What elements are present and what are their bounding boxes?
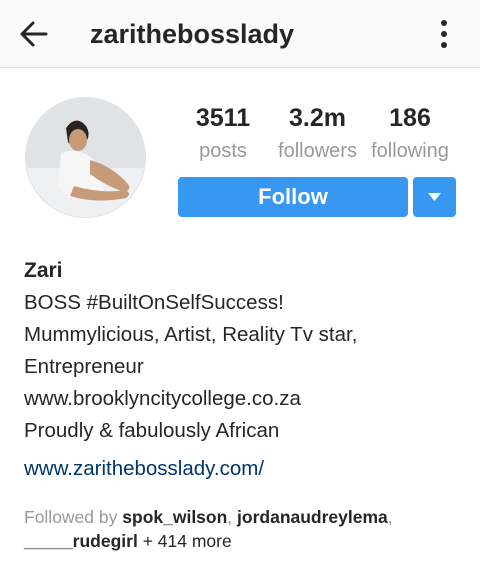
posts-value: 3511 — [195, 104, 251, 132]
bio-line: Entrepreneur — [24, 355, 144, 378]
posts-count: 3511 posts — [180, 103, 266, 165]
more-vertical-icon — [441, 20, 447, 48]
profile-full-name: Zari — [24, 259, 63, 282]
bio-line: www.brooklyncitycollege.co.za — [24, 387, 301, 410]
followers-value: 3.2m — [289, 104, 346, 132]
avatar-photo — [26, 98, 145, 217]
more-followers-link[interactable]: + 414 more — [143, 531, 232, 551]
followers-count[interactable]: 3.2m followers — [270, 103, 365, 165]
top-bar: zarithebosslady — [0, 0, 480, 68]
follower-link[interactable]: _____rudegirl — [24, 531, 138, 551]
followed-by-text: Followed by spok_wilson, jordanaudreylem… — [24, 507, 393, 551]
suggested-users-dropdown-button[interactable] — [413, 177, 456, 217]
arrow-left-icon — [20, 21, 48, 47]
profile-avatar[interactable] — [25, 97, 146, 218]
followers-label: followers — [278, 140, 357, 162]
follow-button[interactable]: Follow — [178, 177, 408, 217]
back-button[interactable] — [12, 14, 52, 54]
following-label: following — [371, 140, 449, 162]
bio-line: BOSS #BuiltOnSelfSuccess! — [24, 291, 284, 314]
following-count[interactable]: 186 following — [366, 103, 454, 165]
follower-link[interactable]: jordanaudreylema — [237, 507, 388, 527]
website-link[interactable]: www.zarithebosslady.com/ — [24, 454, 464, 484]
profile-bio: Zari BOSS #BuiltOnSelfSuccess! Mummylici… — [24, 256, 464, 484]
bio-line: Mummylicious, Artist, Reality Tv star, — [24, 323, 358, 346]
caret-down-icon — [428, 193, 441, 201]
following-value: 186 — [389, 104, 431, 132]
bio-line: Proudly & fabulously African — [24, 419, 280, 442]
followed-by-prefix: Followed by — [24, 507, 118, 527]
profile-username-title: zarithebosslady — [90, 19, 295, 49]
posts-label: posts — [199, 140, 247, 162]
follower-link[interactable]: spok_wilson — [122, 507, 227, 527]
more-options-button[interactable] — [424, 14, 464, 54]
